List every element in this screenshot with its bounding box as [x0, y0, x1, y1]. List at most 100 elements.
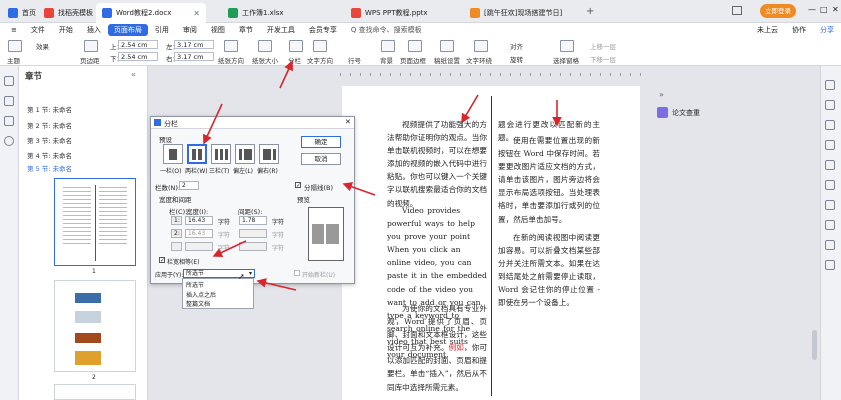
- window-close-icon[interactable]: ✕: [832, 5, 839, 14]
- nav-collapse-icon[interactable]: «: [131, 70, 136, 79]
- command-search[interactable]: Q 查找命令、搜索模板: [344, 25, 429, 35]
- line-number-button[interactable]: 行号: [348, 55, 361, 65]
- col-2-spacing-input[interactable]: [239, 229, 267, 238]
- margins-icon[interactable]: [84, 40, 98, 52]
- margin-top-input[interactable]: 2.54 cm: [118, 40, 158, 49]
- col-1-spacing-input[interactable]: 1.78: [239, 216, 267, 225]
- rail-tool-5-icon[interactable]: [825, 160, 835, 170]
- close-icon[interactable]: ✕: [193, 9, 200, 18]
- col-3-spacing-input[interactable]: [239, 242, 267, 251]
- maximize-icon[interactable]: □: [820, 5, 828, 14]
- preset-left[interactable]: [235, 144, 255, 164]
- minimize-icon[interactable]: —: [808, 5, 816, 14]
- separator-label[interactable]: 分隔线(B): [304, 182, 333, 192]
- collab-button[interactable]: 协作: [785, 25, 813, 35]
- ribbon-tab-reference[interactable]: 引用: [148, 25, 176, 35]
- separator-checkbox[interactable]: ✓: [295, 182, 301, 189]
- manuscript-button[interactable]: 稿纸设置: [434, 55, 460, 65]
- dropdown-option-after-insertion[interactable]: 插入点之后: [186, 290, 216, 299]
- manuscript-icon[interactable]: [440, 40, 454, 52]
- cancel-button[interactable]: 取消: [301, 153, 341, 165]
- cloud-status[interactable]: 未上云: [750, 25, 785, 35]
- dropdown-option-selected-section[interactable]: 所选节: [186, 280, 204, 289]
- menu-icon[interactable]: ≡: [4, 26, 24, 34]
- rail-tool-2-icon[interactable]: [825, 100, 835, 110]
- col-2-width-input[interactable]: 16.43: [185, 229, 213, 238]
- page-thumbnail-1[interactable]: [54, 178, 136, 266]
- new-tab-icon[interactable]: +: [586, 6, 594, 17]
- left-col-para-1[interactable]: 视频提供了功能强大的方法帮助你证明你的观点。当你单击联机视频时，可以在想要添加的…: [387, 118, 487, 210]
- ribbon-tab-member[interactable]: 会员专享: [302, 25, 344, 35]
- ribbon-tab-insert[interactable]: 插入: [80, 25, 108, 35]
- ribbon-tab-review[interactable]: 审阅: [176, 25, 204, 35]
- expand-icon[interactable]: »: [659, 90, 664, 99]
- align-button[interactable]: 对齐: [510, 41, 523, 51]
- nav-item-5[interactable]: 第 5 节: 未命名: [27, 163, 72, 173]
- tab-word-doc[interactable]: Word教程2.docx ✕: [96, 3, 206, 23]
- chapter-nav-icon[interactable]: [4, 76, 14, 86]
- preset-two-columns[interactable]: [187, 144, 207, 164]
- nav-item-1[interactable]: 第 1 节: 未命名: [27, 104, 72, 114]
- rail-tool-10-icon[interactable]: [825, 260, 835, 270]
- rotate-button[interactable]: 旋转: [510, 54, 523, 64]
- nav-item-2[interactable]: 第 2 节: 未命名: [27, 120, 72, 130]
- columns-button[interactable]: 分栏: [288, 55, 301, 65]
- outline-icon[interactable]: [4, 116, 14, 126]
- col-3-width-input[interactable]: [185, 242, 213, 251]
- dropdown-option-whole-document[interactable]: 整篇文档: [186, 299, 210, 308]
- paper-size-button[interactable]: 纸张大小: [252, 55, 278, 65]
- background-icon[interactable]: [381, 40, 395, 52]
- new-column-checkbox[interactable]: [294, 270, 300, 276]
- text-direction-button[interactable]: 文字方向: [307, 55, 333, 65]
- ribbon-tab-section[interactable]: 章节: [232, 25, 260, 35]
- wrap-icon[interactable]: [474, 40, 488, 52]
- rail-tool-4-icon[interactable]: [825, 140, 835, 150]
- tab-ppt[interactable]: WPS PPT教程.pptx: [345, 3, 455, 23]
- theme-icon[interactable]: [8, 40, 22, 52]
- col-1-width-input[interactable]: 16.43: [185, 216, 213, 225]
- margins-button[interactable]: 页边距: [80, 55, 100, 65]
- window-grid-icon[interactable]: [732, 6, 742, 15]
- select-pane-icon[interactable]: [560, 40, 574, 52]
- share-button[interactable]: 分享: [813, 25, 841, 35]
- rail-tool-7-icon[interactable]: [825, 200, 835, 210]
- ribbon-tab-file[interactable]: 文件: [24, 25, 52, 35]
- ribbon-tab-layout[interactable]: 页面布局: [107, 24, 148, 36]
- rail-tool-8-icon[interactable]: [825, 220, 835, 230]
- right-col-para-2[interactable]: 在新的阅读视图中阅读更加容易。可以折叠文档某些部分并关注所需文本。如果在达到结尾…: [498, 231, 600, 310]
- ribbon-tab-dev[interactable]: 开发工具: [260, 25, 302, 35]
- orientation-icon[interactable]: [224, 40, 238, 52]
- tab-event[interactable]: [跳午狂欢]现场搭建节日]: [464, 3, 579, 23]
- search-icon[interactable]: [4, 136, 14, 146]
- page-border-icon[interactable]: [408, 40, 422, 52]
- margin-bottom-input[interactable]: 2.54 cm: [118, 52, 158, 61]
- tab-template[interactable]: 找稻壳模板: [38, 3, 99, 23]
- preset-one-column[interactable]: [163, 144, 183, 164]
- margin-left-input[interactable]: 3.17 cm: [174, 40, 214, 49]
- preset-three-columns[interactable]: [211, 144, 231, 164]
- select-pane-button[interactable]: 选择窗格: [553, 55, 579, 65]
- margin-right-input[interactable]: 3.17 cm: [174, 52, 214, 61]
- paper-check-label[interactable]: 论文查重: [672, 108, 700, 118]
- login-button[interactable]: 立即登录: [760, 4, 796, 18]
- equal-width-checkbox[interactable]: ✓: [159, 257, 165, 264]
- nav-item-3[interactable]: 第 3 节: 未命名: [27, 135, 72, 145]
- page-thumbnail-3[interactable]: [54, 384, 136, 400]
- ribbon-tab-start[interactable]: 开始: [52, 25, 80, 35]
- columns-icon[interactable]: [289, 40, 303, 52]
- preset-right[interactable]: [259, 144, 279, 164]
- right-col-para-1[interactable]: 使用在需要位置出现的新按钮在 Word 中保存时间。若要更改图片适应文档的方式，…: [498, 134, 600, 226]
- rail-tool-9-icon[interactable]: [825, 240, 835, 250]
- rail-tool-3-icon[interactable]: [825, 120, 835, 130]
- bookmark-icon[interactable]: [4, 96, 14, 106]
- vertical-scrollbar[interactable]: [812, 330, 817, 360]
- effect-button[interactable]: 效果: [36, 41, 49, 51]
- page-border-button[interactable]: 页面边框: [400, 55, 426, 65]
- wrap-button[interactable]: 文字环绕: [466, 55, 492, 65]
- text-direction-icon[interactable]: [313, 40, 327, 52]
- background-button[interactable]: 背景: [380, 55, 393, 65]
- left-col-para-3[interactable]: 为使你的文档具有专业外观，Word 提供了页眉、页脚、封面和文本框设计，这些设计…: [387, 302, 487, 394]
- paper-check-icon[interactable]: [657, 107, 668, 118]
- page-thumbnail-2[interactable]: [54, 280, 136, 372]
- orientation-button[interactable]: 纸张方向: [218, 55, 244, 65]
